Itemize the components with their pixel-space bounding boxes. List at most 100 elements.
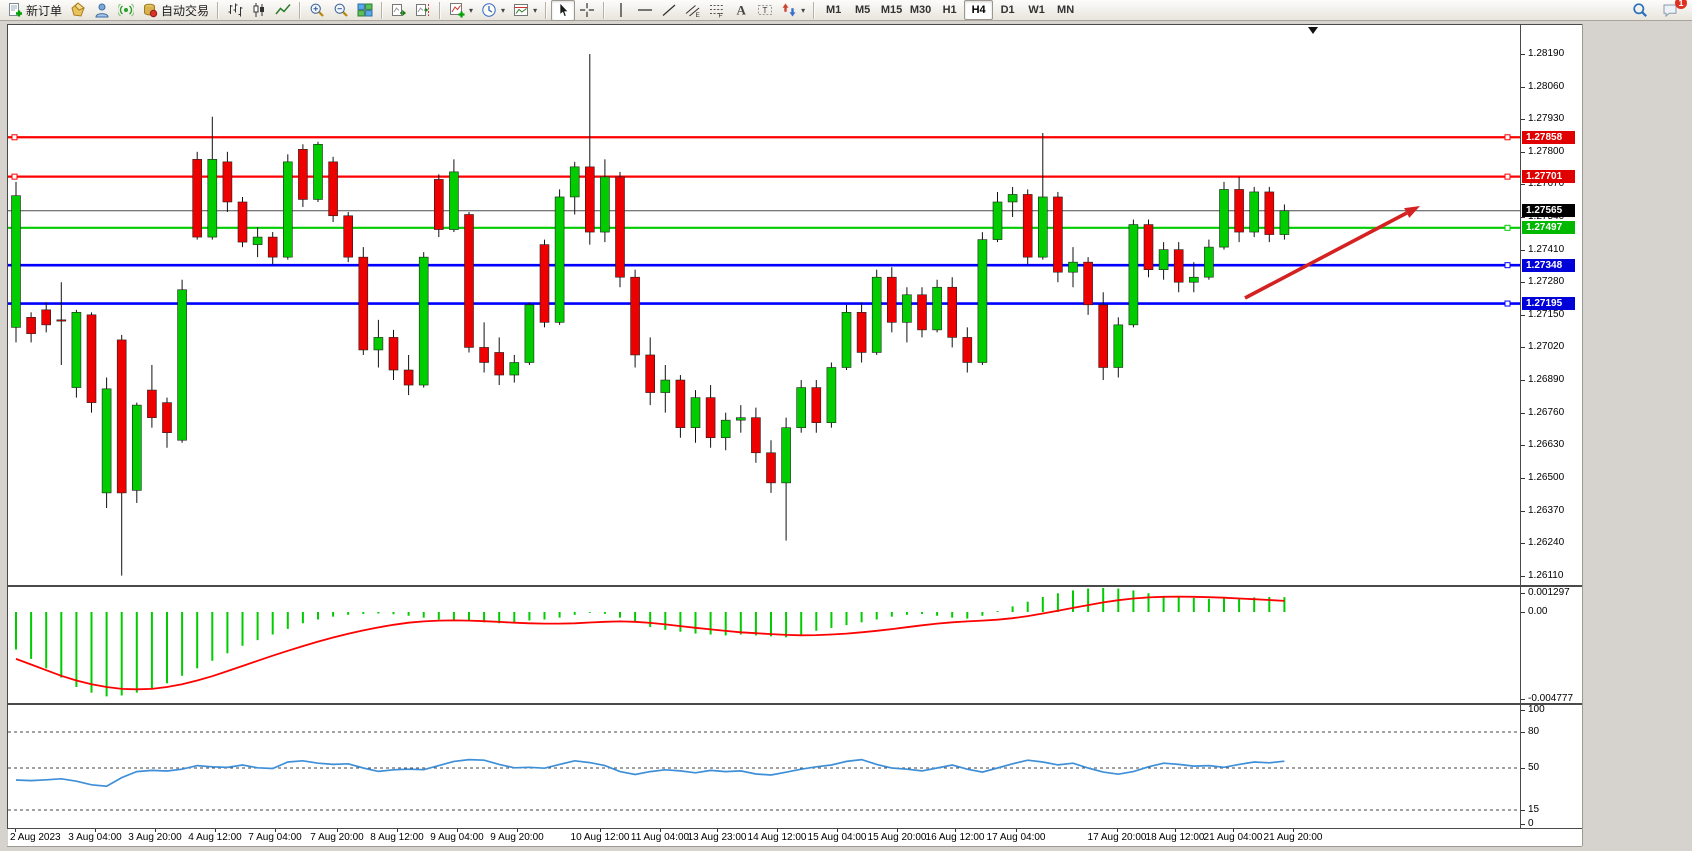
- periods-button[interactable]: ▾: [477, 0, 509, 21]
- tile-windows-button[interactable]: [353, 0, 377, 21]
- timeframe-d1-button[interactable]: D1: [993, 0, 1022, 20]
- timeframe-h4-button[interactable]: H4: [964, 0, 993, 20]
- templates-button[interactable]: ▾: [509, 0, 541, 21]
- profile-button[interactable]: [90, 0, 114, 21]
- candle: [253, 227, 262, 257]
- candle-body: [933, 287, 942, 330]
- candle: [963, 327, 972, 372]
- time-axis-label: 15 Aug 04:00: [808, 832, 867, 843]
- candle: [1159, 242, 1168, 280]
- line-handle[interactable]: [1505, 174, 1510, 179]
- bar-chart-button[interactable]: [223, 0, 247, 21]
- timeframe-mn-button[interactable]: MN: [1051, 0, 1080, 20]
- time-axis-label: 13 Aug 23:00: [688, 832, 747, 843]
- chevron-down-icon[interactable]: ▾: [469, 6, 473, 15]
- zoom-in-button[interactable]: [305, 0, 329, 21]
- chevron-down-icon[interactable]: ▾: [801, 6, 805, 15]
- timeframe-h1-button[interactable]: H1: [935, 0, 964, 20]
- axis-tickmark: [1521, 576, 1525, 577]
- rsi-panel[interactable]: [8, 705, 1520, 828]
- candle-body: [1023, 194, 1032, 257]
- candle: [374, 320, 383, 368]
- candle: [1023, 189, 1032, 264]
- axis-tickmark: [1521, 768, 1525, 769]
- text-button[interactable]: A: [729, 0, 753, 21]
- vertical-line-button[interactable]: [609, 0, 633, 21]
- candle-body: [1174, 250, 1183, 283]
- candle-body: [42, 310, 51, 325]
- candle: [1280, 204, 1289, 239]
- candle-body: [495, 352, 504, 375]
- chevron-down-icon[interactable]: ▾: [533, 6, 537, 15]
- line-handle[interactable]: [1505, 263, 1510, 268]
- line-handle[interactable]: [1505, 225, 1510, 230]
- chat-button[interactable]: 1: [1658, 0, 1682, 21]
- candle-body: [344, 216, 353, 257]
- time-axis-label: 18 Aug 12:00: [1146, 832, 1205, 843]
- candle: [1265, 187, 1274, 242]
- cursor-button[interactable]: [551, 0, 575, 21]
- tile-windows-icon: [357, 2, 373, 18]
- axis-tickmark: [1521, 380, 1525, 381]
- candle-body: [57, 320, 66, 321]
- candle: [555, 189, 564, 324]
- axis-tickmark: [1521, 282, 1525, 283]
- chart-shift-button[interactable]: [411, 0, 435, 21]
- svg-text:T: T: [763, 6, 768, 15]
- candle-body: [87, 315, 96, 403]
- candle: [298, 144, 307, 207]
- macd-chart: [8, 587, 1520, 703]
- search-button[interactable]: [1628, 0, 1652, 21]
- time-axis-label: 21 Aug 20:00: [1264, 832, 1323, 843]
- line-handle[interactable]: [12, 135, 17, 140]
- new-order-button[interactable]: 新订单: [3, 0, 66, 21]
- autotrading-button[interactable]: 自动交易: [138, 0, 213, 21]
- chevron-down-icon[interactable]: ▾: [501, 6, 505, 15]
- toolbar-separator: [217, 2, 219, 19]
- notification-badge: 1: [1675, 0, 1687, 9]
- timeframe-m1-button[interactable]: M1: [819, 0, 848, 20]
- timeframe-m15-button[interactable]: M15: [877, 0, 906, 20]
- crosshair-button[interactable]: [575, 0, 599, 21]
- zoom-out-button[interactable]: [329, 0, 353, 21]
- price-axis-label: 1.27020: [1528, 341, 1564, 352]
- line-handle[interactable]: [1505, 135, 1510, 140]
- timeframe-w1-button[interactable]: W1: [1022, 0, 1051, 20]
- axis-outer-border: [1582, 24, 1583, 846]
- scroll-marker-icon[interactable]: [1308, 27, 1318, 34]
- line-chart-icon: [275, 2, 291, 18]
- line-chart-button[interactable]: [271, 0, 295, 21]
- horizontal-line-button[interactable]: [633, 0, 657, 21]
- signals-button[interactable]: [114, 0, 138, 21]
- candle-body: [208, 159, 217, 237]
- candle-body: [434, 179, 443, 229]
- time-axis-label: 2 Aug 2023: [10, 832, 61, 843]
- fibonacci-button[interactable]: F: [705, 0, 729, 21]
- line-handle[interactable]: [1505, 301, 1510, 306]
- toolbar: 新订单 自动交易 ▾ ▾ ▾ EFA T ▾ M1M5M15M30H1H4D1W1MN 1: [0, 0, 1692, 21]
- candle-body: [1189, 277, 1198, 282]
- candle-chart-button[interactable]: [247, 0, 271, 21]
- text-label-button[interactable]: T: [753, 0, 777, 21]
- metaeditor-button[interactable]: [66, 0, 90, 21]
- trendline-button[interactable]: [657, 0, 681, 21]
- indicators-button[interactable]: ▾: [445, 0, 477, 21]
- candle-body: [842, 312, 851, 367]
- time-axis-label: 3 Aug 04:00: [68, 832, 121, 843]
- candle-body: [661, 380, 670, 393]
- line-handle[interactable]: [12, 174, 17, 179]
- timeframe-m30-button[interactable]: M30: [906, 0, 935, 20]
- candle: [1250, 187, 1259, 237]
- candle: [570, 162, 579, 215]
- arrows-button[interactable]: ▾: [777, 0, 809, 21]
- svg-text:A: A: [737, 3, 747, 18]
- main-chart-panel[interactable]: [8, 25, 1520, 585]
- rsi-top-border[interactable]: [7, 704, 1582, 705]
- timeframe-m5-button[interactable]: M5: [848, 0, 877, 20]
- equidistant-channel-button[interactable]: E: [681, 0, 705, 21]
- macd-top-border[interactable]: [7, 586, 1582, 587]
- axis-tickmark: [1521, 347, 1525, 348]
- macd-panel[interactable]: [8, 587, 1520, 703]
- candle-body: [676, 380, 685, 428]
- auto-scroll-button[interactable]: [387, 0, 411, 21]
